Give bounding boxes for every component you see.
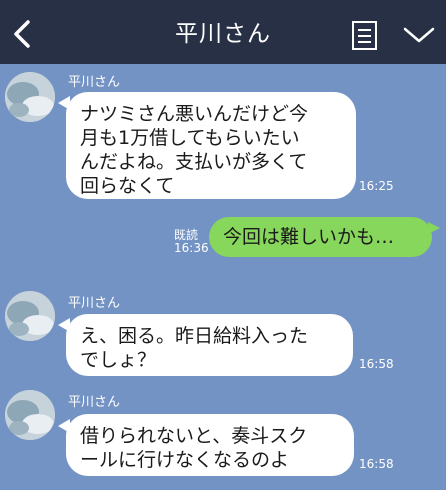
message-time: 16:58 [359,357,394,371]
avatar-photo-icon [5,291,55,341]
sender-name: 平川さん [68,75,121,90]
avatar[interactable] [5,390,55,440]
avatar-photo-icon [5,390,55,440]
message-time: 16:36 [174,241,209,255]
chat-title: 平川さん [175,21,271,47]
sender-name: 平川さん [68,395,121,410]
notes-button[interactable] [351,20,379,52]
message-bubble-incoming[interactable]: え、困る。昨日給料入った でしょ？ [66,314,353,376]
sender-name: 平川さん [68,296,121,311]
chevron-down-icon [403,27,435,43]
avatar-photo-icon [5,72,55,122]
message-bubble-incoming[interactable]: 借りられないと、奏斗スク ールに行けなくなるのよ [66,414,354,476]
avatar[interactable] [5,291,55,341]
bubble-tail [428,222,440,234]
message-bubble-outgoing[interactable]: 今回は難しいかも… [209,217,432,257]
chat-header: 平川さん [0,0,446,64]
expand-button[interactable] [402,24,436,46]
avatar[interactable] [5,72,55,122]
notes-icon [352,21,377,50]
message-bubble-incoming[interactable]: ナツミさん悪いんだけど今 月も1万借してもらいたい んだよね。支払いが多くて 回… [66,92,356,199]
message-time: 16:58 [359,457,394,471]
message-time: 16:25 [359,179,394,193]
